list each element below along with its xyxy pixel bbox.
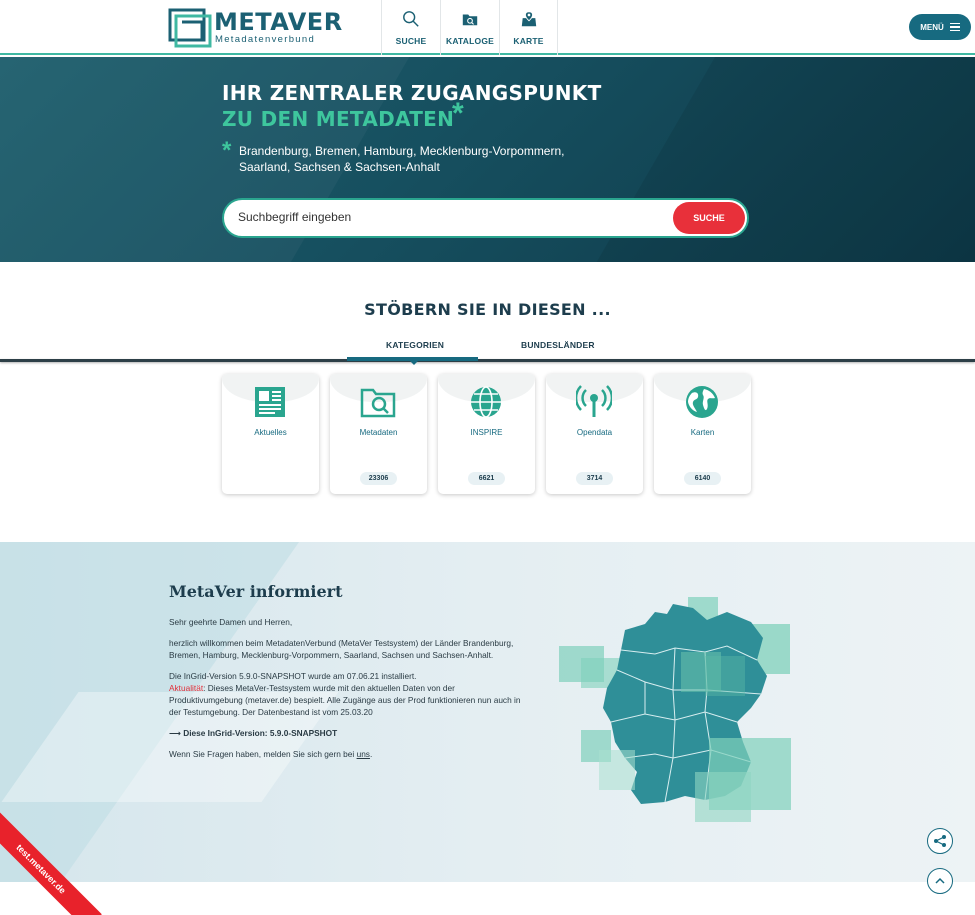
card-count: 23306 [360, 472, 397, 485]
search-input[interactable] [238, 210, 658, 224]
chevron-up-icon [935, 877, 945, 884]
card-count: 6140 [684, 472, 721, 485]
hero-states: Brandenburg, Bremen, Hamburg, Mecklenbur… [239, 144, 565, 174]
hamburger-icon [949, 23, 960, 31]
tab-caret-icon [409, 360, 419, 365]
scroll-top-button[interactable] [927, 868, 953, 894]
category-cards: Aktuelles Metadaten 23306 INSPIRE 6621 O… [222, 374, 751, 494]
info-greeting: Sehr geehrte Damen und Herren, [169, 617, 293, 627]
map-pin-icon [521, 11, 536, 27]
search-icon [403, 11, 419, 27]
card-label: Aktuelles [254, 428, 287, 437]
logo-mark-icon [168, 8, 212, 48]
menu-label: MENÜ [920, 22, 944, 32]
logo[interactable]: METAVER Metadatenverbund [168, 6, 342, 48]
folder-search-icon [360, 388, 396, 418]
info-contact-prefix: Wenn Sie Fragen haben, melden Sie sich g… [169, 749, 357, 759]
share-icon [934, 835, 946, 847]
card-label: Opendata [576, 428, 613, 437]
info-contact-suffix: . [369, 749, 373, 759]
info-version-installed: Die InGrid-Version 5.9.0-SNAPSHOT wurde … [169, 671, 417, 681]
header: METAVER Metadatenverbund SUCHE KATALOGE … [0, 0, 975, 55]
menu-button[interactable]: MENÜ [909, 14, 971, 40]
card-karten[interactable]: Karten 6140 [654, 374, 751, 494]
nav-label: KARTE [513, 36, 544, 46]
info-title: MetaVer informiert [169, 582, 343, 601]
info-actuality-text: : Dieses MetaVer-Testsystem wurde mit de… [169, 683, 521, 717]
hero-asterisk: * [452, 97, 464, 130]
nav-item-kataloge[interactable]: KATALOGE [440, 0, 499, 55]
card-aktuelles[interactable]: Aktuelles [222, 374, 319, 494]
logo-name: METAVER [214, 8, 343, 36]
antenna-icon [576, 385, 612, 417]
info-current-version: ⟶ Diese InGrid-Version: 5.9.0-SNAPSHOT [169, 728, 338, 738]
hero: IHR ZENTRALER ZUGANGSPUNKT ZU DEN METADA… [0, 57, 975, 262]
catalog-folder-icon [462, 14, 478, 26]
card-count: 3714 [576, 472, 613, 485]
page: METAVER Metadatenverbund SUCHE KATALOGE … [0, 0, 975, 915]
card-inspire[interactable]: INSPIRE 6621 [438, 374, 535, 494]
germany-map-graphic [559, 597, 791, 822]
tab-bundeslaender[interactable]: BUNDESLÄNDER [521, 340, 595, 350]
info-welcome: herzlich willkommen beim MetadatenVerbun… [169, 638, 514, 660]
nav-item-karte[interactable]: KARTE [499, 0, 558, 55]
card-metadaten[interactable]: Metadaten 23306 [330, 374, 427, 494]
search-button[interactable]: SUCHE [673, 202, 745, 234]
search-bar: SUCHE [222, 198, 749, 238]
hero-title-line2: ZU DEN METADATEN [222, 107, 455, 131]
info-contact: Wenn Sie Fragen haben, melden Sie sich g… [169, 748, 524, 760]
news-icon [255, 387, 285, 417]
main-nav: SUCHE KATALOGE KARTE [381, 0, 558, 55]
hero-title-line1: IHR ZENTRALER ZUGANGSPUNKT [222, 81, 602, 105]
info-actuality-label: Aktualität [169, 683, 204, 693]
tab-kategorien[interactable]: KATEGORIEN [386, 340, 444, 350]
hero-asterisk: * [222, 137, 232, 164]
tabs-divider [0, 359, 975, 362]
browse-title: STÖBERN SIE IN DIESEN ... [364, 300, 611, 319]
card-opendata[interactable]: Opendata 3714 [546, 374, 643, 494]
nav-label: KATALOGE [445, 36, 495, 46]
nav-item-suche[interactable]: SUCHE [381, 0, 440, 55]
logo-subtitle: Metadatenverbund [215, 34, 316, 45]
card-label: Karten [690, 428, 715, 437]
card-count: 6621 [468, 472, 505, 485]
info-version-block: Die InGrid-Version 5.9.0-SNAPSHOT wurde … [169, 670, 524, 718]
card-label: Metadaten [359, 428, 398, 437]
earth-icon [686, 386, 718, 418]
share-button[interactable] [927, 828, 953, 854]
globe-icon [471, 386, 501, 418]
info-section: MetaVer informiert Sehr geehrte Damen un… [0, 542, 975, 882]
card-label: INSPIRE [470, 428, 503, 437]
nav-label: SUCHE [395, 36, 427, 46]
info-text: Sehr geehrte Damen und Herren, herzlich … [169, 616, 524, 769]
contact-link[interactable]: uns [357, 749, 370, 759]
